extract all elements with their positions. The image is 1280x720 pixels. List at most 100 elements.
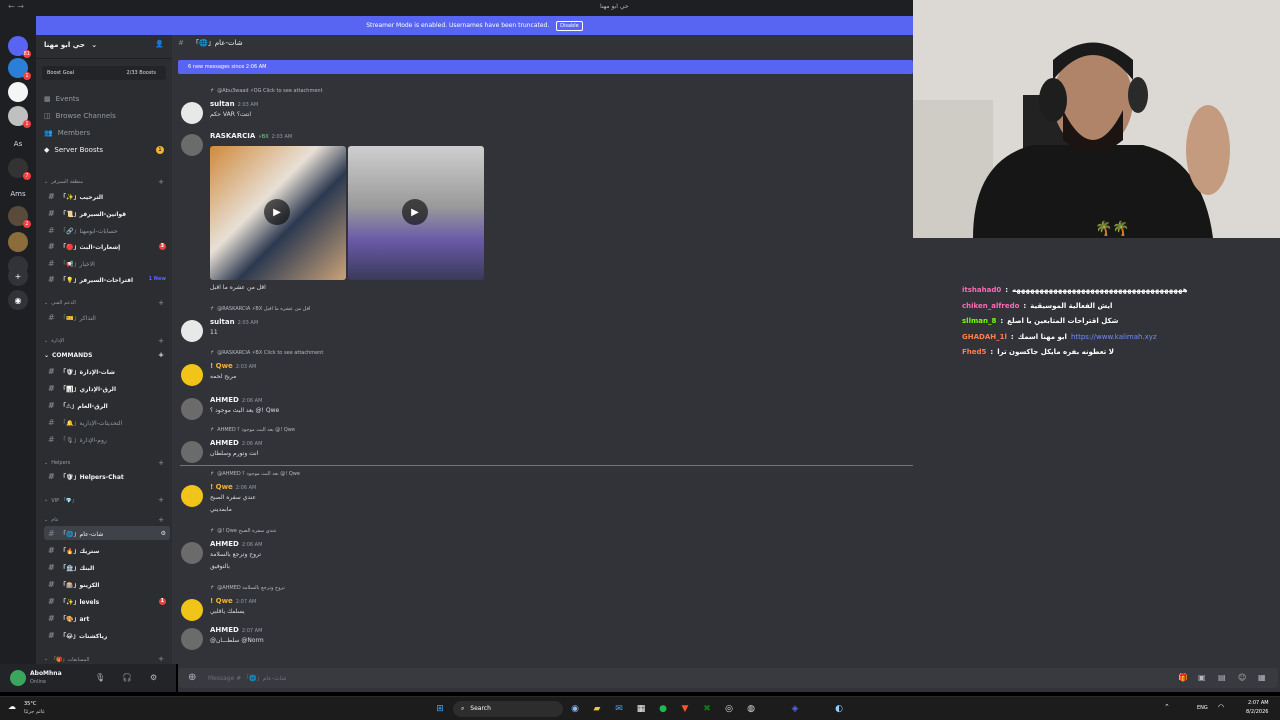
add-channel-icon[interactable]: +	[158, 459, 164, 467]
channel-item[interactable]: # 「🎫」التذاكر	[44, 310, 170, 324]
back-icon[interactable]: ← →	[8, 2, 24, 11]
channel-item[interactable]: # 「😂」رياكشنات	[44, 628, 170, 642]
category-header[interactable]: ⌄ Helpers +	[44, 459, 170, 467]
input-language[interactable]: ENG	[1197, 705, 1208, 711]
message-author[interactable]: sultan 2:03 AM	[210, 100, 258, 108]
message-author[interactable]: AHMED 2:07 AM	[210, 626, 262, 634]
reply-preview[interactable]: ↱ @RASKARCIA ⚡BX Click to see attachment	[210, 350, 323, 356]
obs-icon[interactable]: ◍	[744, 702, 758, 716]
sidebar-nav-server-boosts[interactable]: ◆ Server Boosts 1	[44, 146, 168, 154]
guild-icon[interactable]: 1	[8, 106, 31, 128]
reply-preview[interactable]: ↱ @AHMED تروح وترجع بالسلامة	[210, 585, 285, 591]
category-header[interactable]: ⌄ الدعم الفني +	[44, 299, 170, 307]
message-author[interactable]: RASKARCIA ⚡BX 2:03 AM	[210, 132, 292, 140]
chrome-icon[interactable]: ◎	[722, 702, 736, 716]
add-server-icon[interactable]: +	[8, 266, 28, 286]
sticker-icon[interactable]: ▤	[1218, 673, 1226, 682]
microphone-icon[interactable]: 🎙	[95, 673, 105, 682]
gif-icon[interactable]: ▣	[1198, 673, 1206, 682]
avatar[interactable]	[181, 320, 203, 342]
avatar[interactable]	[181, 599, 203, 621]
channel-item[interactable]: # 「✨」الترحيب	[44, 189, 170, 203]
reply-preview[interactable]: ↱ @! Qwe عندي سفره الصبح	[210, 528, 277, 534]
channel-item[interactable]: # 「🎙」روم-الإدارة	[44, 432, 170, 446]
windows-start-icon[interactable]: ⊞	[433, 702, 447, 716]
reply-preview[interactable]: ↱ @Abu3waad ⚡OG Click to see attachment	[210, 88, 323, 94]
channel-item[interactable]: # 「🔴」إشعارات-البث 3	[44, 239, 170, 253]
channel-item[interactable]: # 「🎰」الكزينو	[44, 577, 170, 591]
guild-icon[interactable]	[8, 232, 28, 252]
channel-item[interactable]: # 「🛡」شات-الإدارة	[44, 364, 170, 378]
wifi-icon[interactable]: ◠	[1218, 703, 1224, 711]
emoji-icon[interactable]: ☺	[1238, 673, 1246, 682]
gear-icon[interactable]: ⚙	[150, 673, 157, 682]
category-header[interactable]: ⌄ الإدارة +	[44, 337, 170, 345]
video-attachment[interactable]: ▶	[348, 146, 484, 280]
clock-date[interactable]: 8/2/2026	[1246, 709, 1268, 715]
category-header[interactable]: ⌄ COMMANDS +	[44, 351, 170, 359]
message-author[interactable]: AHMED 2:06 AM	[210, 396, 262, 404]
discord-icon[interactable]: ◈	[788, 702, 802, 716]
channel-item[interactable]: # 「✨」levels 1	[44, 594, 170, 608]
channel-item[interactable]: # 「📜」قوانين-السيرفر	[44, 206, 170, 220]
taskbar-search[interactable]: ⌕ Search	[453, 701, 563, 717]
avatar[interactable]	[181, 485, 203, 507]
server-header[interactable]: حي ابو مهنا ⌄ 👤	[36, 35, 172, 59]
mail-icon[interactable]: ✉	[612, 702, 626, 716]
gift-icon[interactable]: 🎁	[1178, 673, 1188, 682]
category-header[interactable]: ⌄ 「🎁」المسابقات +	[44, 655, 170, 663]
invite-icon[interactable]: 👤	[155, 40, 164, 48]
guild-icon[interactable]: 2	[8, 206, 31, 228]
reply-preview[interactable]: ↱ @AHMED بعد البث موجود ؟ @! Qwe	[210, 471, 300, 477]
avatar[interactable]	[181, 102, 203, 124]
add-channel-icon[interactable]: +	[158, 516, 164, 524]
channel-item[interactable]: # 「📊」الرق-الإداري	[44, 381, 170, 395]
disable-streamer-button[interactable]: Disable	[556, 21, 583, 31]
guild-icon[interactable]: 1	[8, 58, 31, 80]
xbox-icon[interactable]: ✖	[700, 702, 714, 716]
avatar[interactable]	[10, 670, 26, 686]
avatar[interactable]	[181, 628, 203, 650]
avatar[interactable]	[181, 441, 203, 463]
add-channel-icon[interactable]: +	[158, 178, 164, 186]
headset-icon[interactable]: 🎧	[122, 673, 132, 682]
avatar[interactable]	[181, 542, 203, 564]
message-author[interactable]: sultan 2:03 AM	[210, 318, 258, 326]
channel-item[interactable]: # 「🔗」حسابات-ابومهنا	[44, 223, 170, 237]
channel-item[interactable]: # 「🌐」شات-عام ⚙	[44, 526, 170, 540]
sidebar-nav-browse-channels[interactable]: ◫ Browse Channels	[44, 112, 168, 120]
channel-item[interactable]: # 「📢」الاخبار	[44, 256, 170, 270]
channel-item[interactable]: # 「🔔」التحديثات-الإدارية	[44, 415, 170, 429]
stream-chat-link[interactable]: https://www.kalimah.xyz	[1071, 333, 1157, 341]
copilot-icon[interactable]: ◉	[568, 702, 582, 716]
add-channel-icon[interactable]: +	[158, 337, 164, 345]
reply-preview[interactable]: ↱ AHMED بعد البث موجود ؟ @! Qwe	[210, 427, 295, 433]
store-icon[interactable]: ▦	[634, 702, 648, 716]
reply-preview[interactable]: ↱ @RASKARCIA ⚡BX اقل من عشره ما اقبل	[210, 306, 310, 312]
new-messages-bar[interactable]: 6 new messages since 2:06 AM	[178, 60, 913, 74]
add-attachment-icon[interactable]: ⊕	[188, 672, 196, 683]
steam-icon[interactable]: ◐	[832, 702, 846, 716]
avatar[interactable]	[181, 364, 203, 386]
play-icon[interactable]: ▶	[402, 199, 428, 225]
weather-icon[interactable]: ☁	[8, 702, 16, 711]
discover-icon[interactable]: ◉	[8, 290, 28, 310]
sidebar-nav-members[interactable]: 👥 Members	[44, 129, 168, 137]
guild-icon[interactable]: 81	[8, 36, 31, 58]
file-explorer-icon[interactable]: ▰	[590, 702, 604, 716]
gear-icon[interactable]: ⚙	[161, 530, 166, 537]
brave-icon[interactable]: ▼	[678, 702, 692, 716]
channel-item[interactable]: # 「🎨」art	[44, 611, 170, 625]
channel-item[interactable]: # 「⚠」الرق-العام	[44, 398, 170, 412]
category-header[interactable]: ⌄ عام +	[44, 516, 170, 524]
message-author[interactable]: AHMED 2:06 AM	[210, 540, 262, 548]
guild-icon[interactable]: 7	[8, 158, 31, 180]
message-author[interactable]: ! Qwe 2:06 AM	[210, 483, 256, 491]
message-author[interactable]: AHMED 2:06 AM	[210, 439, 262, 447]
guild-label[interactable]: Ams	[2, 190, 34, 198]
clock-time[interactable]: 2:07 AM	[1248, 700, 1269, 706]
add-channel-icon[interactable]: +	[158, 351, 164, 359]
avatar[interactable]	[181, 398, 203, 420]
message-input[interactable]	[208, 672, 1008, 684]
message-author[interactable]: ! Qwe 2:07 AM	[210, 597, 256, 605]
